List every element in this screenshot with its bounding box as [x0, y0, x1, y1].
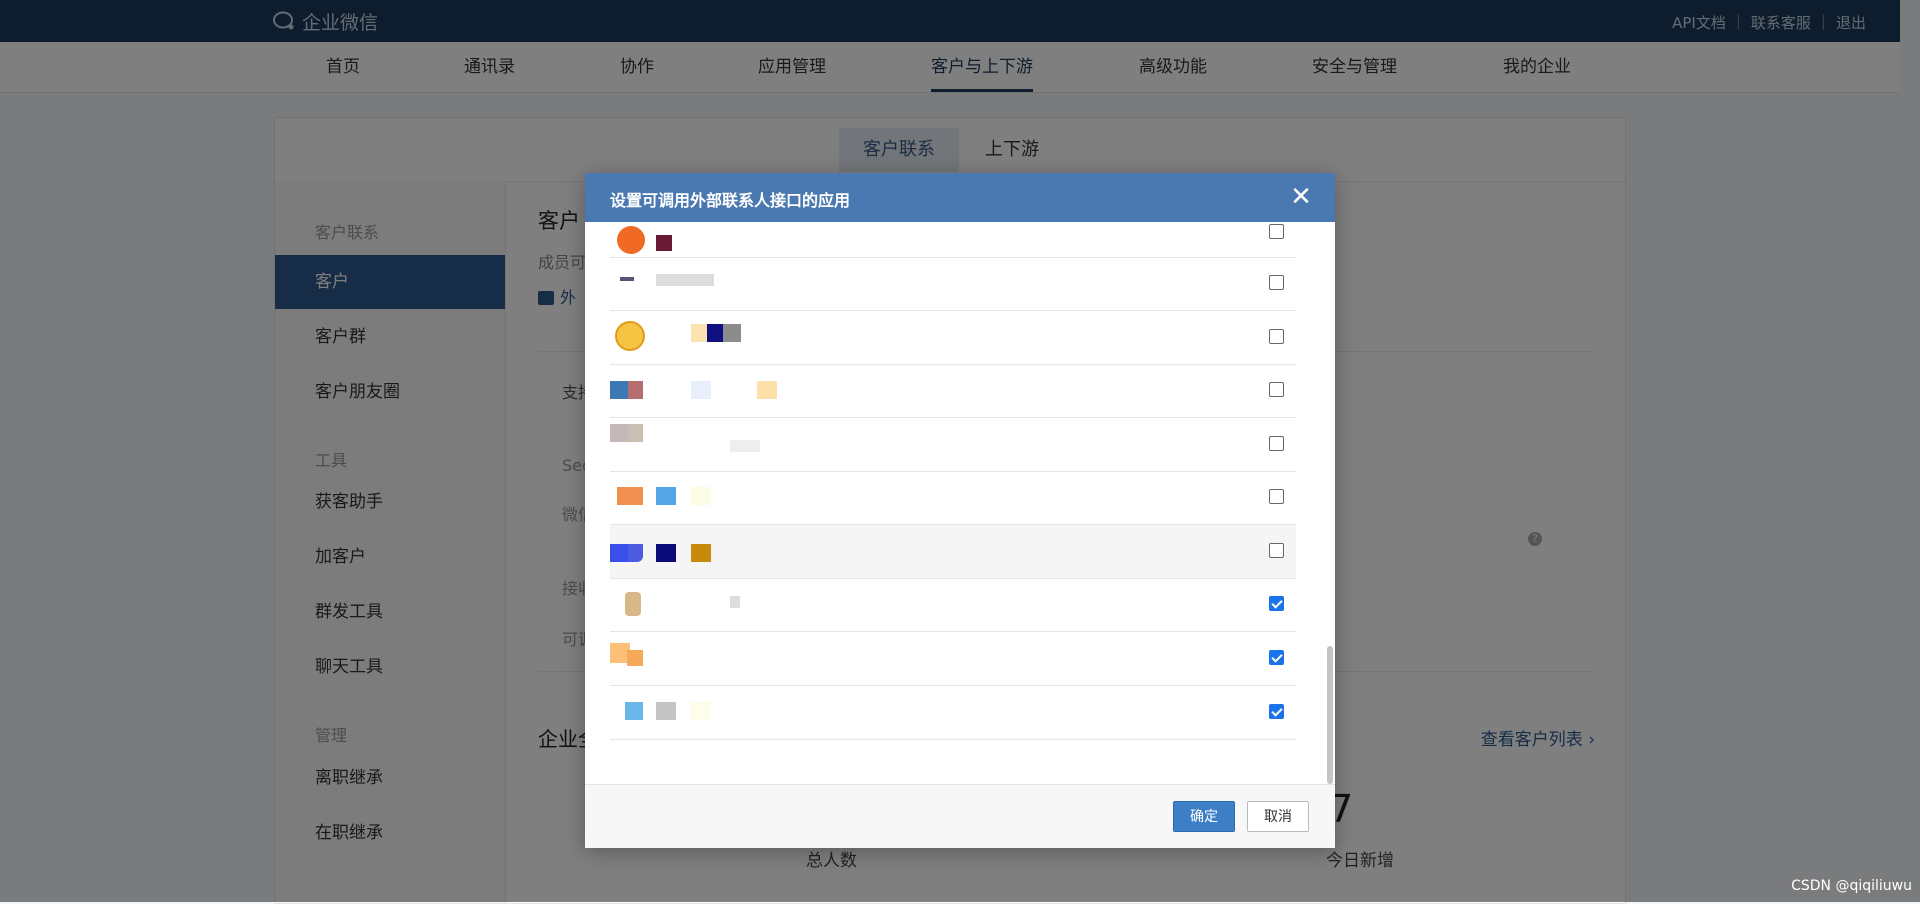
app-checkbox[interactable]: [1269, 489, 1284, 504]
app-name-redacted: [656, 487, 676, 505]
app-name-redacted: [656, 544, 676, 562]
app-row[interactable]: [610, 311, 1296, 365]
app-name-redacted: [730, 440, 760, 452]
app-name-redacted: [656, 274, 714, 286]
app-row[interactable]: [610, 686, 1296, 740]
app-row[interactable]: [610, 525, 1296, 579]
app-name-redacted: [691, 702, 711, 720]
app-icon: [620, 277, 634, 281]
app-icon: [628, 424, 643, 442]
dialog-footer: 确定 取消: [585, 784, 1335, 848]
app-icon: [627, 650, 643, 666]
compass-icon: [615, 321, 645, 351]
app-checkbox[interactable]: [1269, 650, 1284, 665]
app-row[interactable]: [610, 418, 1296, 472]
app-row[interactable]: [610, 632, 1296, 686]
app-checkbox[interactable]: [1269, 275, 1284, 290]
cancel-button[interactable]: 取消: [1247, 801, 1309, 832]
app-row[interactable]: [610, 471, 1296, 525]
app-row[interactable]: [610, 257, 1296, 311]
app-checkbox[interactable]: [1269, 436, 1284, 451]
app-checkbox[interactable]: [1269, 704, 1284, 719]
app-icon: [625, 702, 643, 720]
app-checkbox[interactable]: [1269, 382, 1284, 397]
app-name-redacted: [730, 596, 740, 608]
app-checkbox[interactable]: [1269, 329, 1284, 344]
app-name-redacted: [691, 381, 711, 399]
app-checkbox[interactable]: [1269, 224, 1284, 239]
app-name-redacted: [656, 702, 676, 720]
app-icon: [610, 424, 628, 442]
app-name-redacted: [691, 544, 711, 562]
app-checkbox[interactable]: [1269, 543, 1284, 558]
app-name-redacted: [757, 381, 777, 399]
app-icon: [617, 226, 645, 254]
app-permission-dialog: 设置可调用外部联系人接口的应用 ✕ 确定 取消: [585, 173, 1335, 848]
app-name-redacted: [723, 324, 741, 342]
app-name-redacted: [691, 487, 711, 505]
app-icon: [610, 381, 628, 399]
app-row[interactable]: [610, 364, 1296, 418]
watermark: CSDN @qiqiliuwu: [1791, 878, 1912, 894]
dialog-title: 设置可调用外部联系人接口的应用: [610, 191, 851, 210]
app-icon: [610, 544, 628, 562]
app-row[interactable]: [610, 222, 1296, 258]
app-icon: [628, 381, 643, 399]
app-icon: [628, 544, 643, 562]
close-icon[interactable]: ✕: [1287, 183, 1315, 211]
app-icon: [625, 592, 641, 616]
app-row[interactable]: [610, 578, 1296, 632]
dialog-header: 设置可调用外部联系人接口的应用 ✕: [585, 173, 1335, 222]
dialog-scrollbar[interactable]: [1327, 646, 1333, 784]
app-checkbox[interactable]: [1269, 596, 1284, 611]
app-icon: [617, 487, 643, 505]
confirm-button[interactable]: 确定: [1173, 801, 1235, 832]
app-name-redacted: [656, 235, 672, 251]
dialog-body: [585, 222, 1335, 784]
